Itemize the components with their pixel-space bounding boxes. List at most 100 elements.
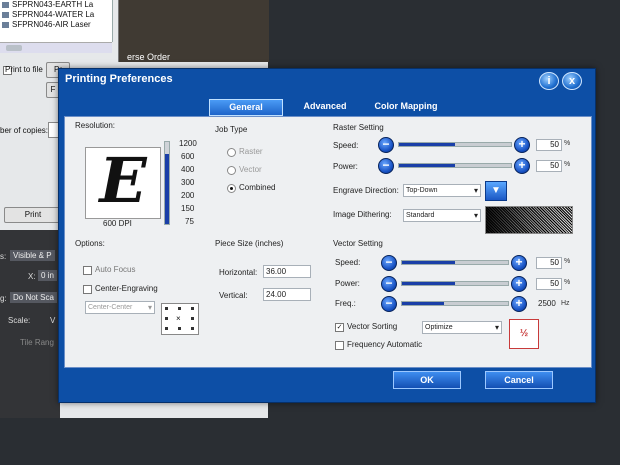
copies-label: ber of copies: xyxy=(0,126,49,135)
auto-focus-checkbox[interactable] xyxy=(83,266,92,275)
raster-speed-increase-button[interactable]: + xyxy=(514,137,530,153)
printer-list[interactable]: SFPRN043-EARTH La SFPRN044-WATER La SFPR… xyxy=(0,0,113,42)
resolution-tick[interactable]: 400 xyxy=(181,165,194,174)
vector-sorting-dropdown[interactable]: Optimize xyxy=(422,321,502,334)
visible-dropdown[interactable]: Visible & P xyxy=(10,250,55,261)
raster-speed-label: Speed: xyxy=(333,141,359,150)
center-engraving-checkbox[interactable] xyxy=(83,285,92,294)
center-engraving-label: Center-Engraving xyxy=(95,284,158,293)
resolution-tick[interactable]: 300 xyxy=(181,178,194,187)
options-label: Options: xyxy=(75,239,105,248)
vector-option-label: Vector xyxy=(239,165,262,174)
raster-power-slider[interactable] xyxy=(398,163,512,168)
vector-radio[interactable] xyxy=(227,166,236,175)
x-label: X: xyxy=(28,272,36,281)
g-label: g: xyxy=(0,294,7,303)
vector-speed-label: Speed: xyxy=(335,258,361,267)
background-dark-area: erse Order xyxy=(118,0,269,62)
raster-power-label: Power: xyxy=(333,162,358,171)
printer-item[interactable]: SFPRN044-WATER La xyxy=(0,10,112,20)
image-dithering-dropdown[interactable]: Standard xyxy=(403,209,481,222)
engrave-direction-arrow-button[interactable]: ▼ xyxy=(485,181,507,201)
tile-range-label: Tile Rang xyxy=(20,338,54,347)
x-field[interactable]: 0 in xyxy=(38,270,57,281)
job-type-label: Job Type xyxy=(215,125,248,134)
horizontal-label: Horizontal: xyxy=(219,268,258,277)
print-to-file-label: Print to file xyxy=(5,65,43,74)
raster-speed-decrease-button[interactable]: − xyxy=(378,137,394,153)
dithering-preview xyxy=(485,206,573,234)
vector-speed-increase-button[interactable]: + xyxy=(511,255,527,271)
resolution-label: Resolution: xyxy=(75,121,116,130)
combined-option-label: Combined xyxy=(239,183,276,192)
vector-power-decrease-button[interactable]: − xyxy=(381,276,397,292)
center-position-dropdown[interactable]: Center-Center xyxy=(85,301,155,314)
vector-power-label: Power: xyxy=(335,279,360,288)
raster-option-label: Raster xyxy=(239,147,263,156)
combined-radio[interactable] xyxy=(227,184,236,193)
scale-value: V xyxy=(50,316,56,325)
cancel-button[interactable]: Cancel xyxy=(485,371,553,389)
vector-freq-label: Freq.: xyxy=(335,299,356,308)
engrave-direction-dropdown[interactable]: Top-Down xyxy=(403,184,481,197)
raster-power-decrease-button[interactable]: − xyxy=(378,158,394,174)
resolution-tick[interactable]: 200 xyxy=(181,191,194,200)
raster-radio[interactable] xyxy=(227,148,236,157)
vector-freq-value: 2500 xyxy=(538,299,556,308)
raster-speed-field[interactable]: 50 xyxy=(536,139,562,151)
resolution-tick[interactable]: 150 xyxy=(181,204,194,213)
hz-unit: Hz xyxy=(561,300,570,307)
raster-power-field[interactable]: 50 xyxy=(536,160,562,172)
resolution-preview: E xyxy=(85,144,161,219)
dpi-text: 600 DPI xyxy=(103,219,132,228)
vector-speed-slider[interactable] xyxy=(401,260,509,265)
percent-unit: % xyxy=(564,161,571,168)
vector-power-slider[interactable] xyxy=(401,281,509,286)
auto-focus-label: Auto Focus xyxy=(95,265,136,274)
vector-freq-increase-button[interactable]: + xyxy=(511,296,527,312)
help-icon[interactable]: i xyxy=(539,72,559,90)
resolution-slider-fill xyxy=(165,154,169,224)
horizontal-field[interactable]: 36.00 xyxy=(263,265,311,278)
vector-speed-field[interactable]: 50 xyxy=(536,257,562,269)
scaling-dropdown[interactable]: Do Not Sca xyxy=(10,292,57,303)
anchor-position-icon: × xyxy=(161,303,199,335)
vector-sorting-checkbox[interactable]: ✓ xyxy=(335,323,344,332)
printer-item[interactable]: SFPRN046-AIR Laser xyxy=(0,20,112,30)
scale-label: Scale: xyxy=(8,316,31,325)
percent-unit: % xyxy=(564,279,571,286)
close-icon[interactable]: x xyxy=(562,72,582,90)
resolution-tick[interactable]: 1200 xyxy=(179,139,197,148)
print-options-panel: s: Visible & P X: 0 in g: Do Not Sca Sca… xyxy=(0,230,60,418)
vector-freq-decrease-button[interactable]: − xyxy=(381,296,397,312)
vector-power-increase-button[interactable]: + xyxy=(511,276,527,292)
ok-button[interactable]: OK xyxy=(393,371,461,389)
vector-sorting-label: Vector Sorting xyxy=(347,322,398,331)
vertical-label: Vertical: xyxy=(219,291,248,300)
raster-power-increase-button[interactable]: + xyxy=(514,158,530,174)
printer-list-scrollbar[interactable] xyxy=(0,42,112,53)
dialog-title: Printing Preferences xyxy=(65,73,173,85)
vector-freq-slider[interactable] xyxy=(401,301,509,306)
frequency-automatic-checkbox[interactable] xyxy=(335,341,344,350)
vertical-field[interactable]: 24.00 xyxy=(263,288,311,301)
resolution-tick[interactable]: 600 xyxy=(181,152,194,161)
vector-power-field[interactable]: 50 xyxy=(536,278,562,290)
vector-sorting-icon: ½ xyxy=(509,319,539,349)
print-button[interactable]: Print xyxy=(4,207,62,223)
raster-speed-slider[interactable] xyxy=(398,142,512,147)
vector-speed-decrease-button[interactable]: − xyxy=(381,255,397,271)
piece-size-label: Piece Size (inches) xyxy=(215,239,284,248)
visible-label: s: xyxy=(0,252,7,261)
tab-color-mapping[interactable]: Color Mapping xyxy=(361,99,451,114)
resolution-slider[interactable] xyxy=(164,141,170,225)
scrollbar-thumb[interactable] xyxy=(6,45,22,51)
resolution-tick[interactable]: 75 xyxy=(185,217,194,226)
reverse-order-label: erse Order xyxy=(127,52,171,62)
image-dithering-label: Image Dithering: xyxy=(333,210,392,219)
tab-advanced[interactable]: Advanced xyxy=(289,99,361,114)
printer-item[interactable]: SFPRN043-EARTH La xyxy=(0,0,112,10)
general-tab-content: Resolution: E 600 DPI 1200 600 400 300 2… xyxy=(64,116,592,368)
tab-general[interactable]: General xyxy=(209,99,283,116)
preview-letter: E xyxy=(99,144,147,217)
